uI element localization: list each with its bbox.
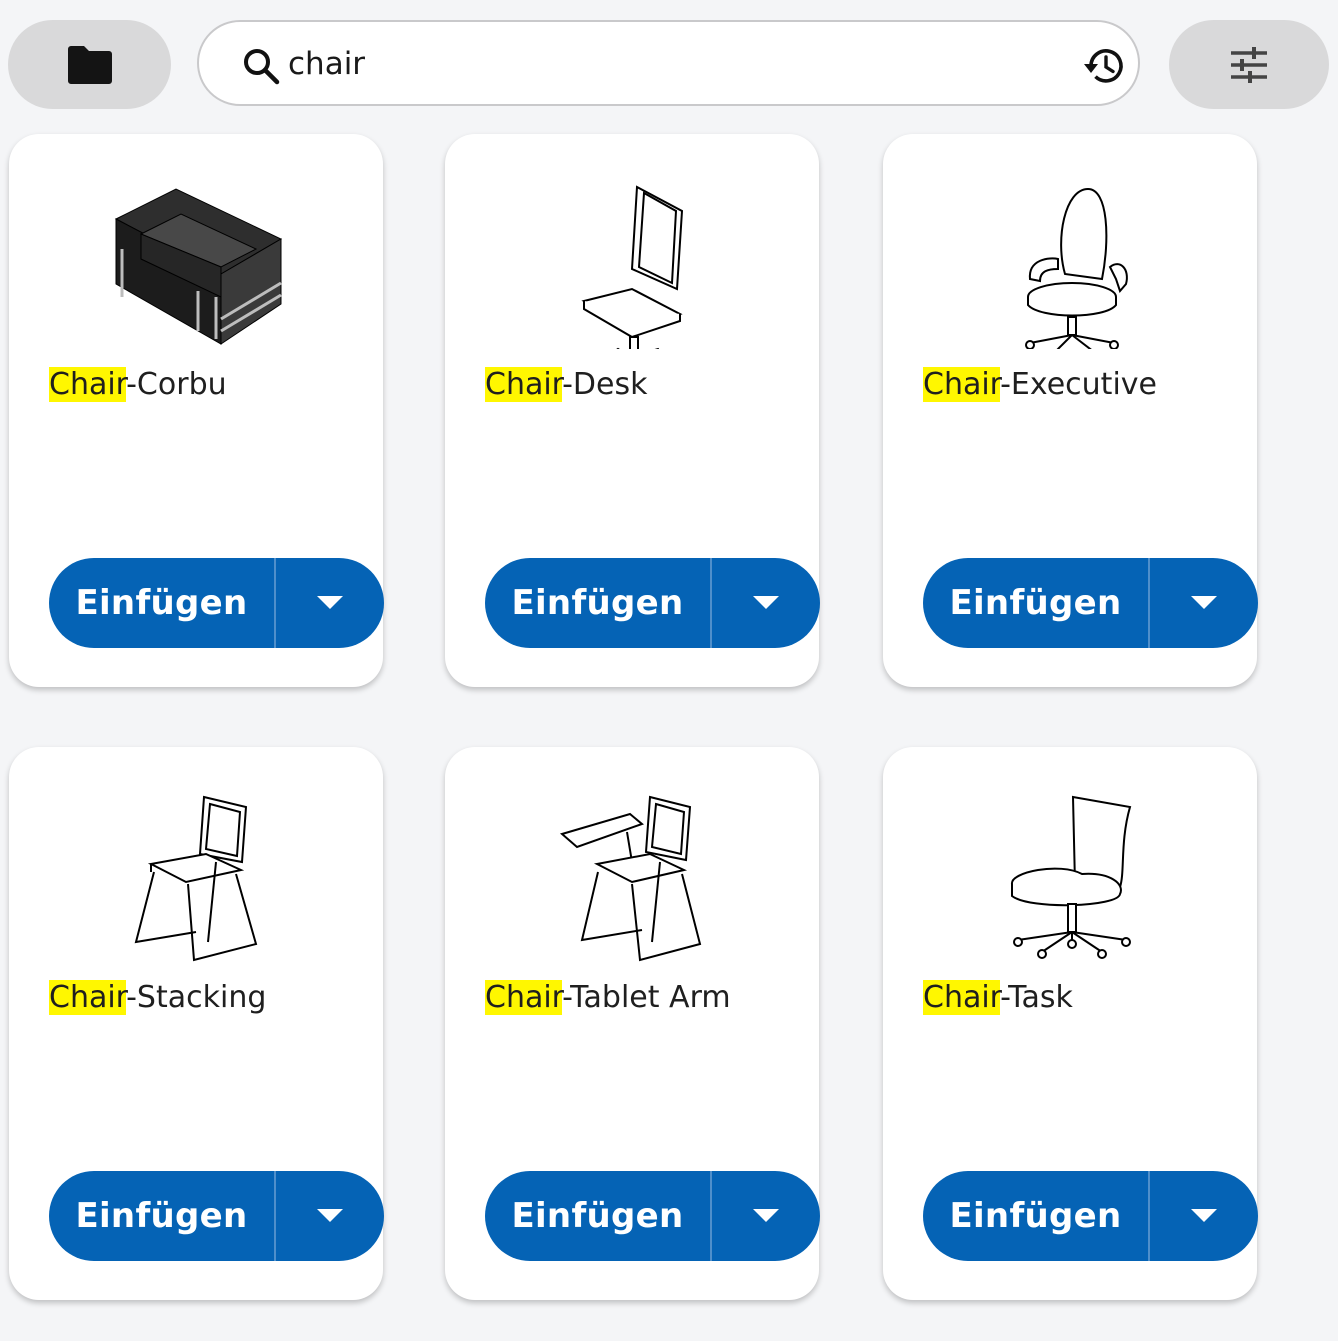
tune-sliders-icon <box>1231 46 1267 83</box>
block-card[interactable]: Chair-Stacking Einfügen <box>9 747 384 1300</box>
insert-button[interactable]: Einfügen <box>923 1171 1150 1261</box>
caret-down-icon <box>1191 596 1217 609</box>
block-card[interactable]: Chair-Task Einfügen <box>883 747 1258 1300</box>
search-match-highlight: Chair <box>923 367 1001 402</box>
search-bar <box>197 20 1140 106</box>
caret-down-icon <box>317 596 343 609</box>
block-card[interactable]: Chair-Tablet Arm Einfügen <box>445 747 820 1300</box>
block-card[interactable]: Chair-Desk Einfügen <box>445 134 820 687</box>
insert-button[interactable]: Einfügen <box>485 1171 712 1261</box>
insert-split-button: Einfügen <box>49 1171 384 1261</box>
lounge-armchair-image <box>114 188 283 345</box>
folder-icon <box>67 45 112 84</box>
history-icon[interactable] <box>1083 44 1127 88</box>
block-card[interactable]: Chair-Executive Einfügen <box>883 134 1258 687</box>
insert-split-button: Einfügen <box>485 1171 820 1261</box>
block-card[interactable]: Chair-Corbu Einfügen <box>9 134 384 687</box>
search-match-highlight: Chair <box>485 980 563 1015</box>
insert-options-dropdown[interactable] <box>276 558 384 648</box>
insert-options-dropdown[interactable] <box>712 558 820 648</box>
insert-options-dropdown[interactable] <box>712 1171 820 1261</box>
block-title-rest: -Stacking <box>126 980 267 1015</box>
block-title-rest: -Desk <box>562 367 648 402</box>
stacking-chair-image <box>134 795 258 962</box>
block-title: Chair-Stacking <box>49 976 266 1020</box>
block-title: Chair-Tablet Arm <box>485 976 731 1020</box>
block-title: Chair-Executive <box>923 363 1157 407</box>
insert-options-dropdown[interactable] <box>1150 558 1258 648</box>
insert-button[interactable]: Einfügen <box>485 558 712 648</box>
filter-button[interactable] <box>1169 20 1329 109</box>
insert-button[interactable]: Einfügen <box>923 558 1150 648</box>
caret-down-icon <box>753 596 779 609</box>
search-match-highlight: Chair <box>923 980 1001 1015</box>
caret-down-icon <box>1191 1209 1217 1222</box>
folder-button[interactable] <box>8 20 171 109</box>
search-match-highlight: Chair <box>49 980 127 1015</box>
block-title: Chair-Task <box>923 976 1073 1020</box>
caret-down-icon <box>317 1209 343 1222</box>
insert-split-button: Einfügen <box>923 558 1258 648</box>
search-match-highlight: Chair <box>49 367 127 402</box>
executive-chair-image <box>1025 187 1128 349</box>
block-title-rest: -Task <box>1000 980 1073 1015</box>
block-title-rest: -Corbu <box>126 367 227 402</box>
block-title-rest: -Tablet Arm <box>562 980 731 1015</box>
search-match-highlight: Chair <box>485 367 563 402</box>
insert-split-button: Einfügen <box>49 558 384 648</box>
search-input[interactable] <box>288 42 1068 86</box>
insert-button[interactable]: Einfügen <box>49 558 276 648</box>
desk-chair-image <box>581 185 684 349</box>
block-title: Chair-Corbu <box>49 363 227 407</box>
task-chair-image <box>1011 795 1132 959</box>
caret-down-icon <box>753 1209 779 1222</box>
insert-options-dropdown[interactable] <box>1150 1171 1258 1261</box>
tablet-arm-chair-image <box>559 795 702 962</box>
insert-split-button: Einfügen <box>923 1171 1258 1261</box>
insert-options-dropdown[interactable] <box>276 1171 384 1261</box>
search-icon <box>244 49 280 85</box>
block-title-rest: -Executive <box>1000 367 1157 402</box>
block-title: Chair-Desk <box>485 363 648 407</box>
insert-button[interactable]: Einfügen <box>49 1171 276 1261</box>
insert-split-button: Einfügen <box>485 558 820 648</box>
